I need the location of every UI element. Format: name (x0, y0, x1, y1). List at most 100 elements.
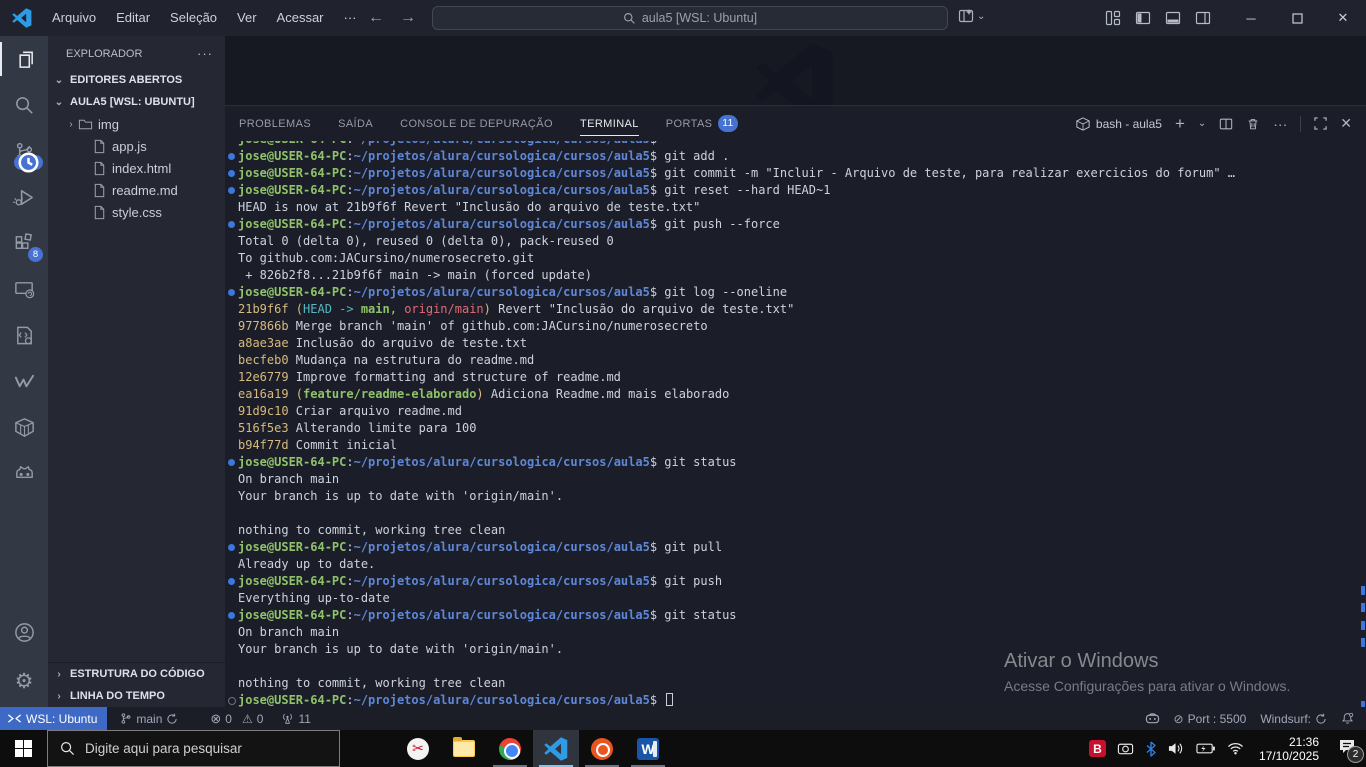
menu-item-0[interactable]: Arquivo (42, 5, 106, 31)
taskbar-chrome-icon[interactable] (487, 730, 533, 767)
terminal[interactable]: jose@USER-64-PC:~/projetos/alura/cursolo… (225, 141, 1366, 707)
live-preview-icon[interactable] (0, 312, 48, 358)
menu-item-4[interactable]: Acessar (267, 5, 334, 31)
taskbar-search-input[interactable]: Digite aqui para pesquisar (47, 730, 340, 767)
terminal-cursor (666, 693, 674, 706)
menu-item-1[interactable]: Editar (106, 5, 160, 31)
terminal-line: Total 0 (delta 0), reused 0 (delta 0), p… (225, 233, 1366, 250)
taskbar-file-explorer-icon[interactable] (441, 730, 487, 767)
forward-button[interactable]: → (400, 9, 416, 27)
outline-section[interactable]: › ESTRUTURA DO CÓDIGO (48, 663, 225, 685)
toggle-panel-icon[interactable] (1165, 10, 1181, 26)
command-decoration-icon[interactable] (225, 692, 238, 707)
toggle-secondary-sidebar-icon[interactable] (1195, 10, 1211, 26)
tray-wifi-icon[interactable] (1227, 742, 1244, 755)
menu-item-2[interactable]: Seleção (160, 5, 227, 31)
menu-item-3[interactable]: Ver (227, 5, 267, 31)
close-button[interactable]: ✕ (1320, 0, 1366, 36)
command-decoration-icon[interactable] (225, 539, 238, 556)
panel-tab-0[interactable]: PROBLEMAS (239, 106, 311, 141)
command-decoration-icon[interactable] (225, 182, 238, 199)
remote-explorer-icon[interactable] (0, 266, 48, 312)
tree-item-readme.md[interactable]: readme.md (48, 179, 225, 201)
tree-item-style.css[interactable]: style.css (48, 201, 225, 223)
chevron-right-icon: › (57, 690, 61, 702)
terminal-session-tab[interactable]: bash - aula5 (1076, 117, 1162, 131)
chevron-down-icon[interactable]: ⌄ (977, 11, 985, 22)
tray-volume-icon[interactable] (1168, 741, 1185, 756)
start-button[interactable] (0, 730, 47, 767)
command-decoration-icon[interactable] (225, 573, 238, 590)
maximize-panel-icon[interactable] (1314, 117, 1327, 130)
settings-gear-icon[interactable]: ⚙ (0, 655, 48, 707)
command-center-search[interactable]: aula5 [WSL: Ubuntu] (432, 6, 948, 30)
taskbar-vscode-icon[interactable] (533, 730, 579, 767)
new-terminal-icon[interactable]: + (1175, 114, 1185, 134)
windsurf-status[interactable]: Windsurf: (1253, 707, 1334, 730)
terminal-line: jose@USER-64-PC:~/projetos/alura/cursolo… (225, 607, 1366, 624)
search-icon[interactable] (0, 82, 48, 128)
command-decoration-icon[interactable] (225, 216, 238, 233)
command-decoration-icon[interactable] (225, 607, 238, 624)
explorer-icon[interactable] (0, 36, 48, 82)
panel-tab-3[interactable]: TERMINAL (579, 106, 639, 141)
command-decoration-icon[interactable] (225, 454, 238, 471)
remote-icon (8, 714, 21, 723)
command-decoration-icon[interactable] (225, 148, 238, 165)
split-terminal-icon[interactable] (1219, 117, 1233, 131)
toggle-primary-sidebar-icon[interactable] (1135, 10, 1151, 26)
terminal-dropdown-icon[interactable]: ⌄ (1198, 118, 1206, 129)
maximize-button[interactable] (1274, 0, 1320, 36)
desktop: Arquivo Editar Seleção Ver Acessar ··· ← → au… (0, 0, 1366, 767)
terminal-line: jose@USER-64-PC:~/projetos/alura/cursolo… (225, 141, 1366, 148)
tree-item-index.html[interactable]: index.html (48, 157, 225, 179)
tray-clock[interactable]: 21:36 17/10/2025 (1259, 735, 1319, 763)
source-control-icon[interactable] (0, 128, 48, 174)
port-indicator[interactable]: ⊘ Port : 5500 (1167, 707, 1254, 730)
menu-item-5[interactable]: ··· (334, 5, 367, 31)
toggle-editor-grid-icon[interactable] (1105, 10, 1121, 26)
close-panel-icon[interactable]: ✕ (1340, 115, 1352, 132)
tray-battery-icon[interactable] (1196, 742, 1216, 755)
godot-tools-icon[interactable] (0, 450, 48, 496)
run-and-debug-icon[interactable] (0, 174, 48, 220)
ports-indicator[interactable]: 11 (274, 707, 317, 730)
timeline-section[interactable]: › LINHA DO TEMPO (48, 685, 225, 707)
tree-item-app.js[interactable]: app.js (48, 135, 225, 157)
panel-tab-2[interactable]: CONSOLE DE DEPURAÇÃO (400, 106, 553, 141)
panel-tab-1[interactable]: SAÍDA (338, 106, 373, 141)
command-decoration-icon[interactable] (225, 165, 238, 182)
command-decoration-icon[interactable] (225, 284, 238, 301)
branch-indicator[interactable]: main (113, 707, 185, 730)
panel-more-icon[interactable]: ··· (1273, 116, 1287, 132)
panel-tab-4[interactable]: PORTAS 11 (666, 106, 738, 141)
tray-camera-icon[interactable] (1117, 741, 1134, 756)
tree-item-img[interactable]: › img (48, 113, 225, 135)
tray-bluetooth-icon[interactable] (1145, 740, 1157, 757)
terminal-line (225, 658, 1366, 675)
taskbar-word-icon[interactable]: W (625, 730, 671, 767)
extensions-icon[interactable]: 8 (0, 220, 48, 266)
customize-layout-icon[interactable] (958, 8, 974, 24)
taskbar-ubuntu-icon[interactable] (579, 730, 625, 767)
minimize-button[interactable]: ─ (1228, 0, 1274, 36)
windsurf-icon[interactable] (0, 358, 48, 404)
more-actions-icon[interactable]: ··· (197, 46, 213, 61)
notifications-bell-icon[interactable] (1334, 707, 1366, 730)
kill-terminal-icon[interactable] (1246, 117, 1260, 131)
terminal-line: a8ae3ae Inclusão do arquivo de teste.txt (225, 335, 1366, 352)
notification-center-icon[interactable]: 2 (1338, 738, 1364, 763)
tray-antivirus-icon[interactable]: B (1088, 740, 1106, 757)
taskbar-snipping-tool-icon[interactable]: ✂ (395, 730, 441, 767)
vscode-logo-icon (12, 8, 32, 28)
accounts-icon[interactable] (0, 609, 48, 655)
back-button[interactable]: ← (368, 9, 384, 27)
remote-indicator[interactable]: WSL: Ubuntu (0, 707, 108, 730)
problems-indicator[interactable]: ⊗ 0 ⚠ 0 (203, 707, 270, 730)
decoration-spacer (225, 250, 238, 267)
search-icon (60, 741, 75, 756)
workspace-section[interactable]: ⌄ AULA5 [WSL: UBUNTU] (48, 91, 225, 113)
open-editors-section[interactable]: ⌄ EDITORES ABERTOS (48, 69, 225, 91)
copilot-indicator[interactable] (1138, 707, 1167, 730)
container-tools-icon[interactable] (0, 404, 48, 450)
